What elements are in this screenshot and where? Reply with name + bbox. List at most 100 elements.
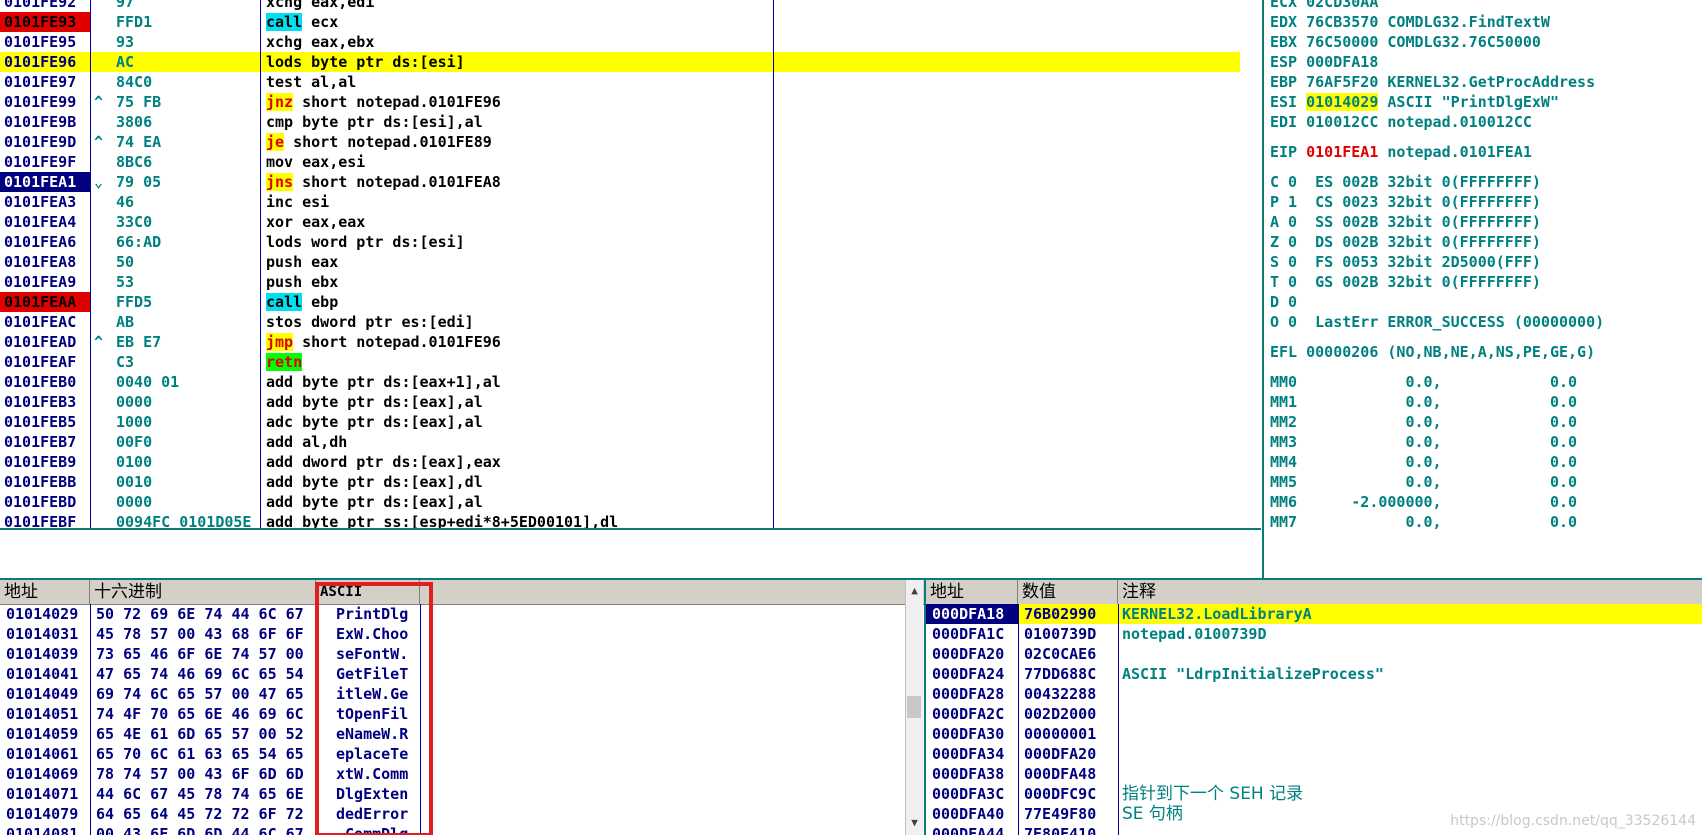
instruction[interactable]: jnz short notepad.0101FE96 [266,92,1240,112]
instruction[interactable]: add byte ptr ds:[eax],al [266,492,1240,512]
register-line[interactable]: P 1 CS 0023 32bit 0(FFFFFFFF) [1270,192,1702,212]
stack-value[interactable]: 000DFC9C [1018,784,1118,804]
address-cell[interactable]: 0101FEB7 [0,432,90,452]
register-line[interactable]: D 0 [1270,292,1702,312]
stack-value[interactable]: 77E49F80 [1018,804,1118,824]
dump-address[interactable]: 01014069 [0,764,90,784]
address-cell[interactable]: 0101FE92 [0,0,90,12]
stack-address[interactable]: 000DFA2C [926,704,1018,724]
disasm-row[interactable]: 0101FEB0 0040 01 add byte ptr ds:[eax+1],a… [0,372,1240,392]
address-cell[interactable]: 0101FEA1 [0,172,90,192]
dump-header-hex[interactable]: 十六进制 [90,580,316,604]
disasm-row[interactable]: 0101FEBB 0010 add byte ptr ds:[eax],dl [0,472,1240,492]
address-cell[interactable]: 0101FEB5 [0,412,90,432]
dump-row[interactable]: 01014049 69 74 6C 65 57 00 47 65 itleW.Ge [0,684,905,704]
address-cell[interactable]: 0101FEB9 [0,452,90,472]
dump-hex[interactable]: 78 74 57 00 43 6F 6D 6D [96,764,316,784]
register-value[interactable]: 01014029 [1306,93,1379,111]
stack-row[interactable]: 000DFA38 000DFA48 [926,764,1702,784]
stack-row[interactable]: 000DFA3C 000DFC9C 指针到下一个 SEH 记录 [926,784,1702,804]
stack-row[interactable]: 000DFA28 00432288 [926,684,1702,704]
stack-address[interactable]: 000DFA3C [926,784,1018,804]
stack-col-divider-1[interactable] [1018,604,1019,835]
dump-scroll-thumb[interactable] [907,696,921,718]
disasm-row[interactable]: 0101FE96 AC lods byte ptr ds:[esi] [0,52,1240,72]
address-cell[interactable]: 0101FEB0 [0,372,90,392]
dump-row[interactable]: 01014041 47 65 74 46 69 6C 65 54 GetFileT [0,664,905,684]
dump-row[interactable]: 01014079 64 65 64 45 72 72 6F 72 dedError [0,804,905,824]
address-cell[interactable]: 0101FEA6 [0,232,90,252]
disasm-row[interactable]: 0101FE93 FFD1 call ecx [0,12,1240,32]
dump-address[interactable]: 01014031 [0,624,90,644]
stack-address[interactable]: 000DFA38 [926,764,1018,784]
register-line[interactable]: ECX 02CD30AA [1270,0,1702,12]
instruction[interactable]: xor eax,eax [266,212,1240,232]
stack-header-addr[interactable]: 地址 [926,580,1018,604]
dump-address[interactable]: 01014061 [0,744,90,764]
register-line[interactable] [1270,162,1702,172]
dump-hex[interactable]: 47 65 74 46 69 6C 65 54 [96,664,316,684]
disasm-row[interactable]: 0101FE95 93 xchg eax,ebx [0,32,1240,52]
disasm-col-divider-1[interactable] [90,0,91,528]
instruction[interactable]: add byte ptr ds:[eax],al [266,392,1240,412]
stack-value[interactable]: 0100739D [1018,624,1118,644]
registers-pane[interactable]: ECX 02CD30AA EDX 76CB3570 COMDLG32.FindTe… [1262,0,1702,578]
stack-row[interactable]: 000DFA30 00000001 [926,724,1702,744]
stack-comment[interactable]: 指针到下一个 SEH 记录 [1122,784,1702,804]
dump-row[interactable]: 01014039 73 65 46 6F 6E 74 57 00 seFontW. [0,644,905,664]
register-value[interactable]: 0101FEA1 [1306,143,1378,161]
dump-hex[interactable]: 74 4F 70 65 6E 46 69 6C [96,704,316,724]
address-cell[interactable]: 0101FEA8 [0,252,90,272]
stack-comment[interactable]: ASCII "LdrpInitializeProcess" [1122,664,1702,684]
dump-address[interactable]: 01014071 [0,784,90,804]
register-line[interactable]: Z 0 DS 002B 32bit 0(FFFFFFFF) [1270,232,1702,252]
register-line[interactable]: EBP 76AF5F20 KERNEL32.GetProcAddress [1270,72,1702,92]
instruction[interactable]: add byte ptr ds:[eax],dl [266,472,1240,492]
stack-address[interactable]: 000DFA1C [926,624,1018,644]
disasm-row[interactable]: 0101FEAA FFD5 call ebp [0,292,1240,312]
address-cell[interactable]: 0101FEBF [0,512,90,528]
register-line[interactable]: C 0 ES 002B 32bit 0(FFFFFFFF) [1270,172,1702,192]
address-cell[interactable]: 0101FEAC [0,312,90,332]
address-cell[interactable]: 0101FE96 [0,52,90,72]
address-cell[interactable]: 0101FEAF [0,352,90,372]
stack-comment[interactable] [1122,704,1702,724]
dump-hex[interactable]: 65 70 6C 61 63 65 54 65 [96,744,316,764]
address-cell[interactable]: 0101FEBD [0,492,90,512]
instruction[interactable]: xchg eax,ebx [266,32,1240,52]
disasm-row[interactable]: 0101FE9F 8BC6 mov eax,esi [0,152,1240,172]
dump-hex[interactable]: 50 72 69 6E 74 44 6C 67 [96,604,316,624]
dump-row[interactable]: 01014081 00 43 6F 6D 6D 44 6C 67 .CommDlg [0,824,905,835]
register-line[interactable]: MM6 -2.000000, 0.0 [1270,492,1702,512]
address-cell[interactable]: 0101FE9D [0,132,90,152]
dump-address[interactable]: 01014039 [0,644,90,664]
dump-address[interactable]: 01014029 [0,604,90,624]
stack-col-divider-2[interactable] [1118,604,1119,835]
stack-pane[interactable]: 地址 数值 注释 000DFA18 76B02990 KERNEL32.LoadLi… [924,580,1702,835]
instruction[interactable]: test al,al [266,72,1240,92]
register-line[interactable]: EFL 00000206 (NO,NB,NE,A,NS,PE,GE,G) [1270,342,1702,362]
dump-address[interactable]: 01014051 [0,704,90,724]
dump-row[interactable]: 01014061 65 70 6C 61 63 65 54 65 eplaceTe [0,744,905,764]
instruction[interactable]: call ecx [266,12,1240,32]
stack-value[interactable]: 02C0CAE6 [1018,644,1118,664]
register-line[interactable]: EDX 76CB3570 COMDLG32.FindTextW [1270,12,1702,32]
register-line[interactable]: EDI 010012CC notepad.010012CC [1270,112,1702,132]
stack-comment[interactable]: notepad.0100739D [1122,624,1702,644]
instruction[interactable]: push ebx [266,272,1240,292]
disasm-row[interactable]: 0101FEB9 0100 add dword ptr ds:[eax],eax [0,452,1240,472]
dump-header-addr[interactable]: 地址 [0,580,90,604]
stack-header-comment[interactable]: 注释 [1118,580,1702,604]
address-cell[interactable]: 0101FEBB [0,472,90,492]
instruction[interactable]: lods byte ptr ds:[esi] [266,52,1240,72]
dump-hex[interactable]: 69 74 6C 65 57 00 47 65 [96,684,316,704]
instruction[interactable]: add al,dh [266,432,1240,452]
register-line[interactable]: EIP 0101FEA1 notepad.0101FEA1 [1270,142,1702,162]
stack-comment[interactable] [1122,744,1702,764]
dump-address[interactable]: 01014079 [0,804,90,824]
instruction[interactable]: jns short notepad.0101FEA8 [266,172,1240,192]
instruction[interactable]: add byte ptr ss:[esp+edi*8+5ED00101],dl [266,512,1240,528]
register-line[interactable]: MM2 0.0, 0.0 [1270,412,1702,432]
register-line[interactable]: MM7 0.0, 0.0 [1270,512,1702,532]
dump-hex[interactable]: 65 4E 61 6D 65 57 00 52 [96,724,316,744]
